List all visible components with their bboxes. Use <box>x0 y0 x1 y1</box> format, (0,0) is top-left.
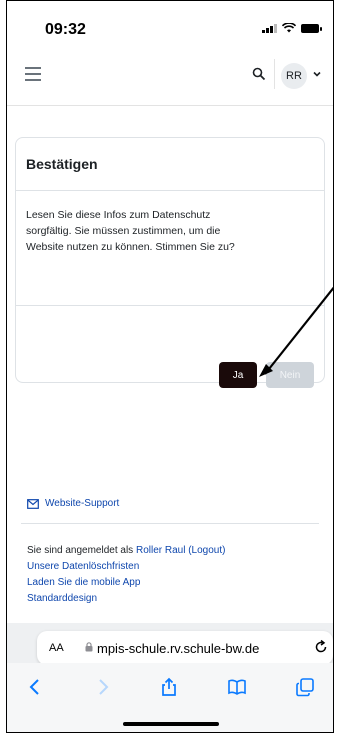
url-text: mpis-schule.rv.schule-bw.de <box>97 640 260 656</box>
support-label: Website-Support <box>45 498 120 509</box>
envelope-icon <box>27 498 39 509</box>
status-icons <box>262 23 322 33</box>
wifi-icon <box>282 23 296 33</box>
bookmarks-icon[interactable] <box>227 677 247 697</box>
reader-settings-button[interactable]: AA <box>49 642 64 654</box>
website-support-link[interactable]: Website-Support <box>27 498 119 509</box>
login-info: Sie sind angemeldet als Roller Raul (Log… <box>27 543 225 559</box>
address-bar[interactable]: AA mpis-schule.rv.schule-bw.de <box>37 631 333 665</box>
dialog-text-line: sorgfältig. Sie müssen zustimmen, um die <box>26 225 221 237</box>
menu-icon[interactable] <box>25 67 41 85</box>
dialog-title: Bestätigen <box>26 156 98 172</box>
signal-icon <box>262 23 277 33</box>
logout-link[interactable]: (Logout) <box>188 545 225 556</box>
browser-address-area: AA mpis-schule.rv.schule-bw.de <box>7 623 333 665</box>
footer-links: Unsere Datenlöschfristen Laden Sie die m… <box>27 559 140 607</box>
battery-icon <box>301 23 322 33</box>
standard-design-link[interactable]: Standarddesign <box>27 591 140 607</box>
user-profile-link[interactable]: Roller Raul <box>136 545 185 556</box>
share-icon[interactable] <box>159 677 179 697</box>
browser-toolbar <box>7 663 333 732</box>
back-icon[interactable] <box>25 677 45 697</box>
status-time: 09:32 <box>45 21 86 38</box>
search-icon[interactable] <box>252 67 266 81</box>
footer-divider <box>21 523 319 524</box>
dialog-text-line: Lesen Sie diese Infos zum Datenschutz <box>26 209 211 221</box>
user-avatar[interactable]: RR <box>281 63 307 89</box>
annotation-arrow-icon <box>259 286 333 377</box>
dialog-header: Bestätigen <box>16 138 324 191</box>
login-prefix: Sie sind angemeldet als <box>27 545 136 556</box>
status-bar: 09:32 <box>7 1 333 45</box>
reload-icon[interactable] <box>313 639 329 655</box>
forward-icon[interactable] <box>93 677 113 697</box>
chevron-down-icon[interactable] <box>312 69 322 79</box>
home-indicator[interactable] <box>123 722 219 726</box>
navbar-divider <box>274 59 275 89</box>
top-navbar: RR <box>7 45 333 106</box>
tabs-icon[interactable] <box>295 677 315 697</box>
data-retention-link[interactable]: Unsere Datenlöschfristen <box>27 559 140 575</box>
mobile-app-link[interactable]: Laden Sie die mobile App <box>27 575 140 591</box>
lock-icon <box>85 642 93 652</box>
phone-screen: 09:32 RR Bestätigen Lesen Sie diese Info… <box>6 0 334 733</box>
